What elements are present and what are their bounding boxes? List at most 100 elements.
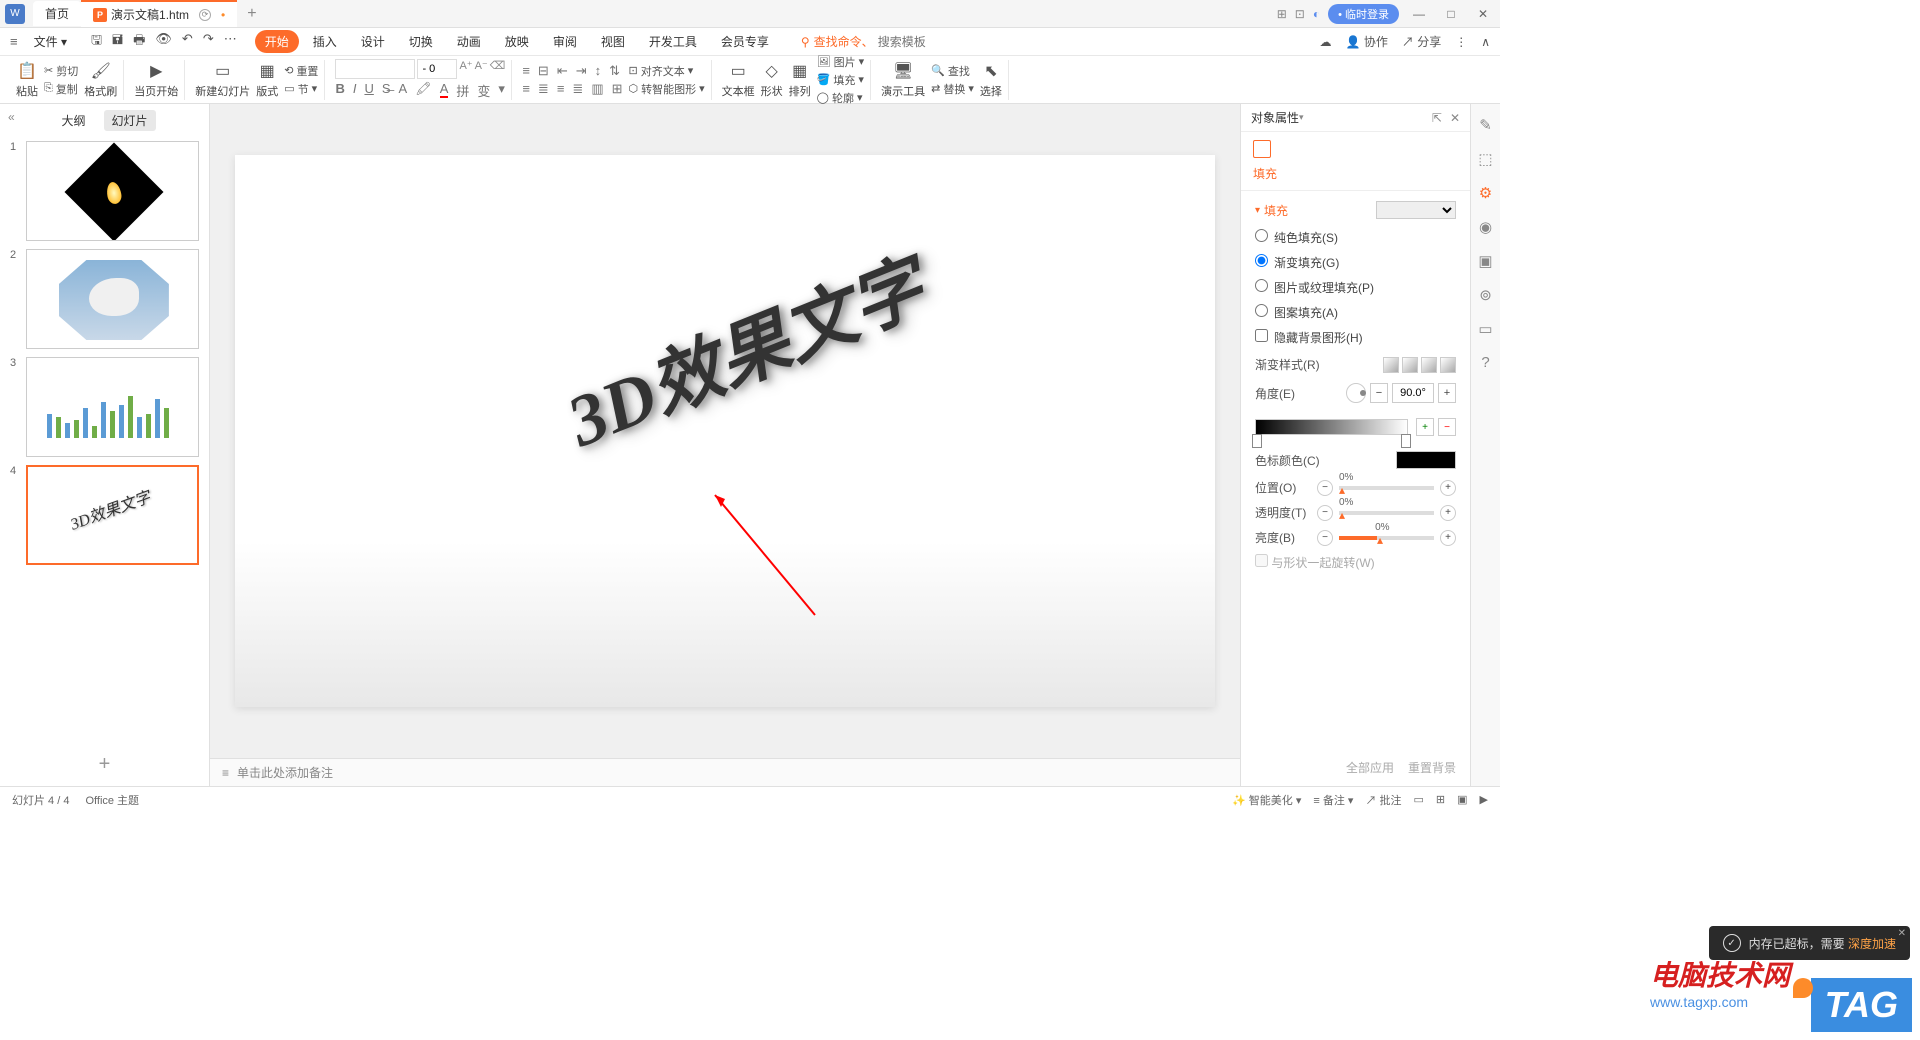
menu-tab-transition[interactable]: 切换 xyxy=(399,30,443,53)
distribute-icon[interactable]: ⊞ xyxy=(612,81,623,97)
align-right-icon[interactable]: ≡ xyxy=(557,81,565,97)
position-slider[interactable]: 0%▴ xyxy=(1339,486,1434,490)
copy-button[interactable]: ⎘ 复制 xyxy=(44,81,78,97)
strike-icon[interactable]: S̶ xyxy=(382,81,391,100)
picture-button[interactable]: 🖼 图片 ▾ xyxy=(817,54,865,70)
transition-icon[interactable]: ▣ xyxy=(1478,252,1492,270)
sections-button[interactable]: ▭ 节 ▾ xyxy=(284,81,318,97)
print-icon[interactable]: 🖶 xyxy=(133,31,145,53)
numbering-icon[interactable]: ⊟ xyxy=(538,63,549,79)
align-text-button[interactable]: ⊡ 对齐文本 ▾ xyxy=(629,63,705,79)
menu-tab-insert[interactable]: 插入 xyxy=(303,30,347,53)
location-icon[interactable]: ⊚ xyxy=(1479,286,1492,304)
share-button[interactable]: ↗ 分享 xyxy=(1402,33,1441,50)
clear-format-icon[interactable]: ⌫ xyxy=(490,59,506,79)
align-justify-icon[interactable]: ≣ xyxy=(572,81,583,97)
collapse-panel-icon[interactable]: « xyxy=(8,110,15,124)
thumb-4[interactable]: 4 3D效果文字 xyxy=(10,465,199,565)
cut-button[interactable]: ✂ 剪切 xyxy=(44,63,78,79)
view-reading-icon[interactable]: ▣ xyxy=(1457,793,1467,806)
angle-dial[interactable] xyxy=(1346,383,1366,403)
apps-icon[interactable]: ⊡ xyxy=(1295,7,1305,21)
bright-inc[interactable]: + xyxy=(1440,530,1456,546)
collapse-ribbon-icon[interactable]: ∧ xyxy=(1481,35,1490,49)
italic-icon[interactable]: I xyxy=(353,81,357,100)
save-as-icon[interactable]: 🖬 xyxy=(112,31,123,53)
font-color-icon[interactable]: A xyxy=(440,81,449,100)
print-preview-icon[interactable]: 👁 xyxy=(155,31,172,53)
apply-all-button[interactable]: 全部应用 xyxy=(1346,759,1394,776)
format-painter-button[interactable]: 🖌格式刷 xyxy=(84,61,117,99)
tab-outline[interactable]: 大纲 xyxy=(53,110,93,131)
view-sorter-icon[interactable]: ⊞ xyxy=(1436,793,1445,806)
select-button[interactable]: ⬉选择 xyxy=(980,61,1002,99)
fill-tab-icon[interactable] xyxy=(1253,140,1271,158)
radio-pattern[interactable]: 图案填充(A) xyxy=(1255,304,1456,321)
increase-font-icon[interactable]: A⁺ xyxy=(459,59,472,79)
reset-bg-button[interactable]: 重置背景 xyxy=(1408,759,1456,776)
menu-tab-design[interactable]: 设计 xyxy=(351,30,395,53)
change-case-icon[interactable]: 变 xyxy=(477,81,490,100)
fill-button[interactable]: 🪣 填充 ▾ xyxy=(817,72,865,88)
skin-icon[interactable]: ◐ xyxy=(1313,7,1320,21)
close-panel-icon[interactable]: ✕ xyxy=(1450,111,1460,125)
align-center-icon[interactable]: ≣ xyxy=(538,81,549,97)
radio-solid[interactable]: 纯色填充(S) xyxy=(1255,229,1456,246)
remove-stop-icon[interactable]: − xyxy=(1438,418,1456,436)
comments-toggle[interactable]: ↗ 批注 xyxy=(1365,792,1401,808)
thumb-3[interactable]: 3 xyxy=(10,357,199,457)
fill-section[interactable]: 填充 xyxy=(1255,201,1456,219)
brightness-slider[interactable]: 0%▴ xyxy=(1339,536,1434,540)
design-icon[interactable]: ✎ xyxy=(1479,116,1492,134)
font-family-select[interactable] xyxy=(335,59,415,79)
more-qat-icon[interactable]: ⋯ xyxy=(224,31,237,53)
trans-dec[interactable]: − xyxy=(1317,505,1333,521)
cloud-sync-icon[interactable]: ☁ xyxy=(1320,35,1332,49)
hamburger-icon[interactable]: ≡ xyxy=(10,34,18,49)
login-button[interactable]: • 临时登录 xyxy=(1328,4,1399,24)
tab-home[interactable]: 首页 xyxy=(33,1,81,26)
transparency-slider[interactable]: 0%▴ xyxy=(1339,511,1434,515)
menu-tab-vip[interactable]: 会员专享 xyxy=(711,30,779,53)
phonetic-icon[interactable]: 拼 xyxy=(456,81,469,100)
book-icon[interactable]: ▭ xyxy=(1478,320,1492,338)
radio-picture[interactable]: 图片或纹理填充(P) xyxy=(1255,279,1456,296)
check-hidebg[interactable]: 隐藏背景图形(H) xyxy=(1255,329,1456,346)
indent-dec-icon[interactable]: ⇤ xyxy=(557,63,568,79)
columns-icon[interactable]: ▥ xyxy=(591,81,603,97)
undo-icon[interactable]: ↶ xyxy=(182,31,193,53)
menu-tab-start[interactable]: 开始 xyxy=(255,30,299,53)
find-button[interactable]: 🔍 查找 xyxy=(931,63,974,79)
angle-decrease[interactable]: − xyxy=(1370,383,1388,403)
align-left-icon[interactable]: ≡ xyxy=(522,81,530,97)
view-slideshow-icon[interactable]: ▶ xyxy=(1480,793,1488,806)
angle-input[interactable] xyxy=(1392,383,1434,403)
indent-inc-icon[interactable]: ⇥ xyxy=(576,63,587,79)
radio-gradient[interactable]: 渐变填充(G) xyxy=(1255,254,1456,271)
add-slide-button[interactable]: + xyxy=(0,743,209,786)
line-spacing-icon[interactable]: ↕ xyxy=(595,63,602,79)
bold-icon[interactable]: B xyxy=(335,81,344,100)
bullets-icon[interactable]: ≡ xyxy=(522,63,530,79)
3d-text[interactable]: 3D效果文字 xyxy=(549,228,937,466)
add-tab-button[interactable]: + xyxy=(237,5,266,23)
notes-bar[interactable]: ≡ 单击此处添加备注 xyxy=(210,758,1240,786)
replace-button[interactable]: ⇄ 替换 ▾ xyxy=(931,81,974,97)
tab-refresh-icon[interactable]: ⟳ xyxy=(199,9,211,21)
layout-button[interactable]: ▦版式 xyxy=(256,61,278,99)
beautify-button[interactable]: ✨ 智能美化 ▾ xyxy=(1232,792,1301,808)
add-stop-icon[interactable]: + xyxy=(1416,418,1434,436)
gradient-bar[interactable] xyxy=(1255,419,1408,435)
reset-button[interactable]: ⟲ 重置 xyxy=(284,63,318,79)
adjust-icon[interactable]: ⚙ xyxy=(1479,184,1492,202)
minimize-button[interactable]: — xyxy=(1407,2,1431,26)
gradient-style-boxes[interactable] xyxy=(1383,357,1456,373)
slide-canvas[interactable]: 3D效果文字 xyxy=(235,155,1215,707)
redo-icon[interactable]: ↷ xyxy=(203,31,214,53)
bright-dec[interactable]: − xyxy=(1317,530,1333,546)
search-command-link[interactable]: 查找命令、 xyxy=(814,33,874,50)
close-button[interactable]: ✕ xyxy=(1471,2,1495,26)
textbox-button[interactable]: ▭文本框 xyxy=(722,61,755,99)
underline-icon[interactable]: U xyxy=(364,81,373,100)
pres-tools-button[interactable]: 🖥演示工具 xyxy=(881,61,925,99)
